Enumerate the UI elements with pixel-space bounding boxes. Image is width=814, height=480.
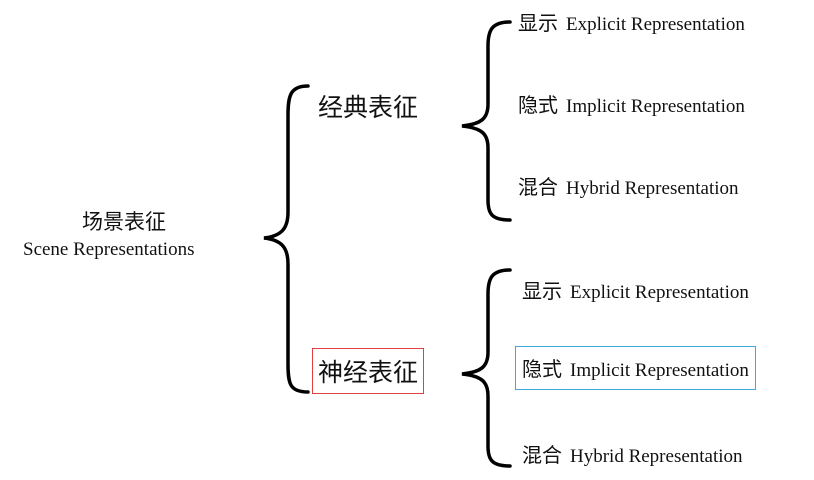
leaf-zh: 混合 <box>522 443 562 467</box>
leaf-classical-hybrid: 混合 Hybrid Representation <box>518 171 739 200</box>
leaf-en: Implicit Representation <box>566 96 745 117</box>
leaf-en: Implicit Representation <box>570 360 749 381</box>
leaf-en: Explicit Representation <box>570 282 749 303</box>
leaf-classical-explicit: 显示 Explicit Representation <box>518 7 745 36</box>
branch-classical-label: 经典表征 <box>318 93 419 122</box>
branch-neural-label: 神经表征 <box>312 348 425 394</box>
branch-2-brace <box>461 268 512 468</box>
leaf-neural-implicit: 隐式 Implicit Representation <box>515 346 756 390</box>
leaf-en: Hybrid Representation <box>566 178 739 199</box>
leaf-zh: 混合 <box>518 175 558 199</box>
leaf-classical-implicit: 隐式 Implicit Representation <box>518 89 745 118</box>
root-title-en: Scene Representations <box>23 239 195 260</box>
leaf-zh: 隐式 <box>522 357 562 381</box>
leaf-zh: 显示 <box>522 279 562 303</box>
root-brace <box>263 84 310 394</box>
leaf-neural-hybrid: 混合 Hybrid Representation <box>522 439 743 468</box>
leaf-zh: 隐式 <box>518 93 558 117</box>
leaf-en: Explicit Representation <box>566 14 745 35</box>
root-title-zh: 场景表征 <box>82 210 166 234</box>
leaf-neural-explicit: 显示 Explicit Representation <box>522 275 749 304</box>
leaf-zh: 显示 <box>518 11 558 35</box>
leaf-en: Hybrid Representation <box>570 446 743 467</box>
branch-1-brace <box>461 20 512 222</box>
